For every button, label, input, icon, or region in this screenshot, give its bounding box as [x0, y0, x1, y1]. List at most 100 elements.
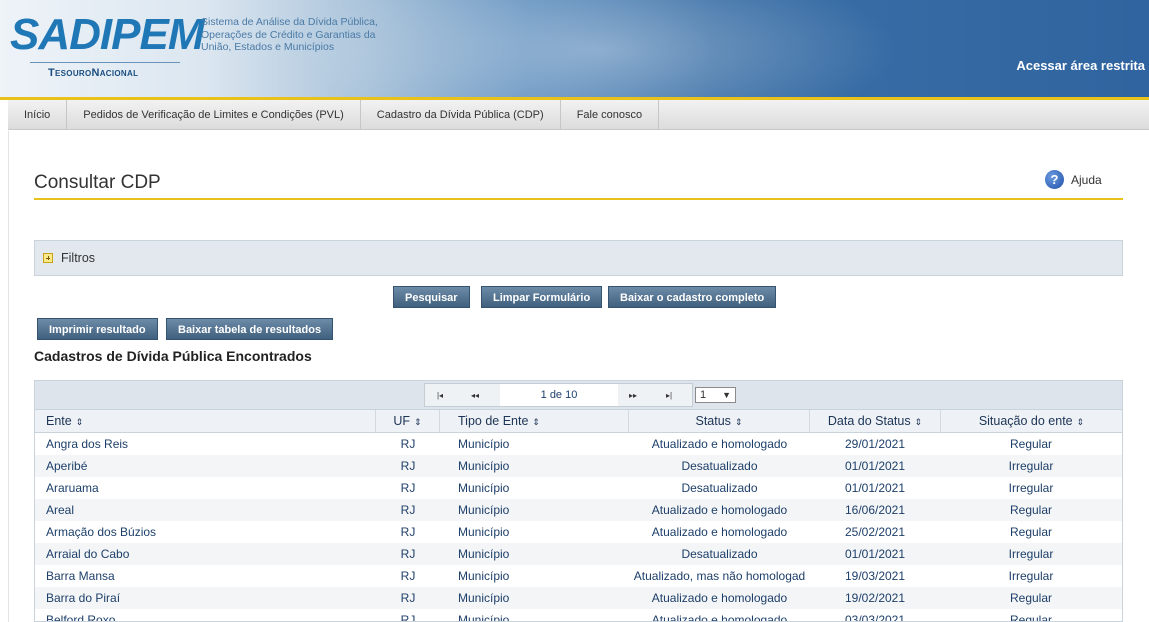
logo-divider: [30, 62, 180, 63]
cell-situacao: Irregular: [1008, 547, 1054, 561]
logo-subtitle-line: Operações de Crédito e Garantias da: [201, 28, 376, 41]
print-results-button[interactable]: Imprimir resultado: [37, 318, 158, 340]
column-header-tipo[interactable]: Tipo de Ente ⇕: [440, 410, 629, 433]
table-row[interactable]: Armação dos Búzios RJ Município Atualiza…: [35, 521, 1122, 543]
column-header-status[interactable]: Status ⇕: [629, 410, 810, 433]
column-header-ente[interactable]: Ente ⇕: [35, 410, 376, 433]
column-header-label: Data do Status: [827, 414, 911, 428]
sadipem-logo[interactable]: SADIPEM: [10, 10, 204, 60]
table-row[interactable]: Araruama RJ Município Desatualizado 01/0…: [35, 477, 1122, 499]
menu-item-inicio[interactable]: Início: [8, 100, 68, 130]
last-page-button[interactable]: ▸|: [659, 388, 679, 404]
cell-data: 01/01/2021: [844, 547, 906, 561]
table-row[interactable]: Areal RJ Município Atualizado e homologa…: [35, 499, 1122, 521]
cell-status: Desatualizado: [681, 547, 758, 561]
cell-situacao: Regular: [1009, 525, 1053, 539]
table-row[interactable]: Arraial do Cabo RJ Município Desatualiza…: [35, 543, 1122, 565]
column-header-label: UF: [393, 414, 411, 428]
column-header-label: Ente: [46, 414, 72, 428]
sort-icon[interactable]: ⇕: [414, 417, 422, 427]
cell-data: 29/01/2021: [844, 437, 906, 451]
sort-icon[interactable]: ⇕: [76, 417, 84, 427]
page-select[interactable]: 1 ▼: [695, 387, 736, 403]
cell-ente[interactable]: Angra dos Reis: [46, 433, 376, 455]
help-label[interactable]: Ajuda: [1071, 173, 1102, 187]
cell-tipo: Município: [458, 503, 510, 517]
tesouro-nacional-logo: TesouroNacional: [48, 67, 139, 79]
column-header-situacao[interactable]: Situação do ente ⇕: [941, 410, 1122, 433]
table-row[interactable]: Aperibé RJ Município Desatualizado 01/01…: [35, 455, 1122, 477]
cell-ente[interactable]: Belford Roxo: [46, 609, 376, 621]
cell-status: Atualizado e homologado: [651, 613, 788, 622]
cell-situacao: Regular: [1009, 613, 1053, 622]
main-menu: Início Pedidos de Verificação de Limites…: [8, 100, 1149, 130]
cell-ente[interactable]: Barra Mansa: [46, 565, 376, 587]
search-button[interactable]: Pesquisar: [393, 286, 470, 308]
cell-tipo: Município: [458, 525, 510, 539]
cell-ente[interactable]: Araruama: [46, 477, 376, 499]
page-title: Consultar CDP: [34, 172, 161, 193]
cell-uf: RJ: [400, 591, 416, 605]
download-full-register-button[interactable]: Baixar o cadastro completo: [608, 286, 777, 308]
sort-icon[interactable]: ⇕: [735, 417, 743, 427]
site-header: SADIPEM Sistema de Análise da Dívida Púb…: [0, 0, 1149, 97]
cell-ente[interactable]: Barra do Piraí: [46, 587, 376, 609]
filters-panel[interactable]: Filtros: [34, 240, 1123, 276]
table-row[interactable]: Barra do Piraí RJ Município Atualizado e…: [35, 587, 1122, 609]
download-results-table-button[interactable]: Baixar tabela de resultados: [166, 318, 334, 340]
header-decoration: [300, 0, 900, 97]
next-page-button[interactable]: ▸▸: [623, 388, 643, 404]
cell-ente[interactable]: Arraial do Cabo: [46, 543, 376, 565]
cell-situacao: Regular: [1009, 591, 1053, 605]
cell-data: 19/02/2021: [844, 591, 906, 605]
column-header-label: Status: [695, 414, 731, 428]
previous-page-button[interactable]: ◂◂: [465, 388, 485, 404]
sort-icon[interactable]: ⇕: [1077, 417, 1085, 427]
table-row[interactable]: Belford Roxo RJ Município Atualizado e h…: [35, 609, 1122, 622]
cell-data: 01/01/2021: [844, 459, 906, 473]
column-header-uf[interactable]: UF ⇕: [376, 410, 440, 433]
page-indicator: 1 de 10: [500, 384, 618, 406]
results-grid: |◂ ◂◂ 1 de 10 ▸▸ ▸| 1 ▼ Ente ⇕ UF ⇕ Tipo d…: [34, 380, 1123, 622]
help-link[interactable]: ? Ajuda: [1045, 170, 1102, 189]
cell-uf: RJ: [400, 613, 416, 622]
logo-subtitle-line: União, Estados e Municípios: [201, 41, 335, 53]
filters-label[interactable]: Filtros: [61, 251, 95, 265]
help-icon[interactable]: ?: [1045, 170, 1064, 189]
clear-form-button[interactable]: Limpar Formulário: [481, 286, 603, 308]
expand-plus-icon[interactable]: [43, 253, 53, 263]
menu-item-cdp[interactable]: Cadastro da Dívida Pública (CDP): [361, 100, 561, 130]
logo-subtitle: Sistema de Análise da Dívida Pública, Op…: [201, 16, 381, 54]
cell-uf: RJ: [400, 547, 416, 561]
column-header-label: Situação do ente: [978, 414, 1073, 428]
pager: |◂ ◂◂ 1 de 10 ▸▸ ▸| 1 ▼: [35, 381, 1122, 409]
cell-ente[interactable]: Armação dos Búzios: [46, 521, 376, 543]
cell-situacao: Regular: [1009, 503, 1053, 517]
cell-data: 03/03/2021: [844, 613, 906, 622]
cell-status: Desatualizado: [681, 481, 758, 495]
cell-tipo: Município: [458, 613, 510, 622]
table-row[interactable]: Barra Mansa RJ Município Atualizado, mas…: [35, 565, 1122, 587]
cell-status: Atualizado, mas não homologad: [633, 569, 806, 583]
page-select-value: 1: [700, 389, 707, 401]
cell-status: Atualizado e homologado: [651, 437, 788, 451]
table-row[interactable]: Angra dos Reis RJ Município Atualizado e…: [35, 433, 1122, 455]
cell-ente[interactable]: Areal: [46, 499, 376, 521]
cell-situacao: Irregular: [1008, 481, 1054, 495]
cell-ente[interactable]: Aperibé: [46, 455, 376, 477]
sort-icon[interactable]: ⇕: [915, 417, 923, 427]
menu-item-fale-conosco[interactable]: Fale conosco: [561, 100, 660, 130]
pager-controls: |◂ ◂◂ 1 de 10 ▸▸ ▸|: [424, 383, 693, 407]
cell-tipo: Município: [458, 459, 510, 473]
restricted-area-link[interactable]: Acessar área restrita: [1016, 58, 1145, 73]
cell-tipo: Município: [458, 569, 510, 583]
column-header-data[interactable]: Data do Status ⇕: [810, 410, 941, 433]
cell-uf: RJ: [400, 525, 416, 539]
menu-item-pvl[interactable]: Pedidos de Verificação de Limites e Cond…: [67, 100, 361, 130]
chevron-down-icon: ▼: [722, 390, 731, 400]
cell-situacao: Irregular: [1008, 459, 1054, 473]
first-page-button[interactable]: |◂: [430, 388, 450, 404]
sort-icon[interactable]: ⇕: [532, 417, 540, 427]
cell-uf: RJ: [400, 503, 416, 517]
column-header-label: Tipo de Ente: [458, 414, 529, 428]
